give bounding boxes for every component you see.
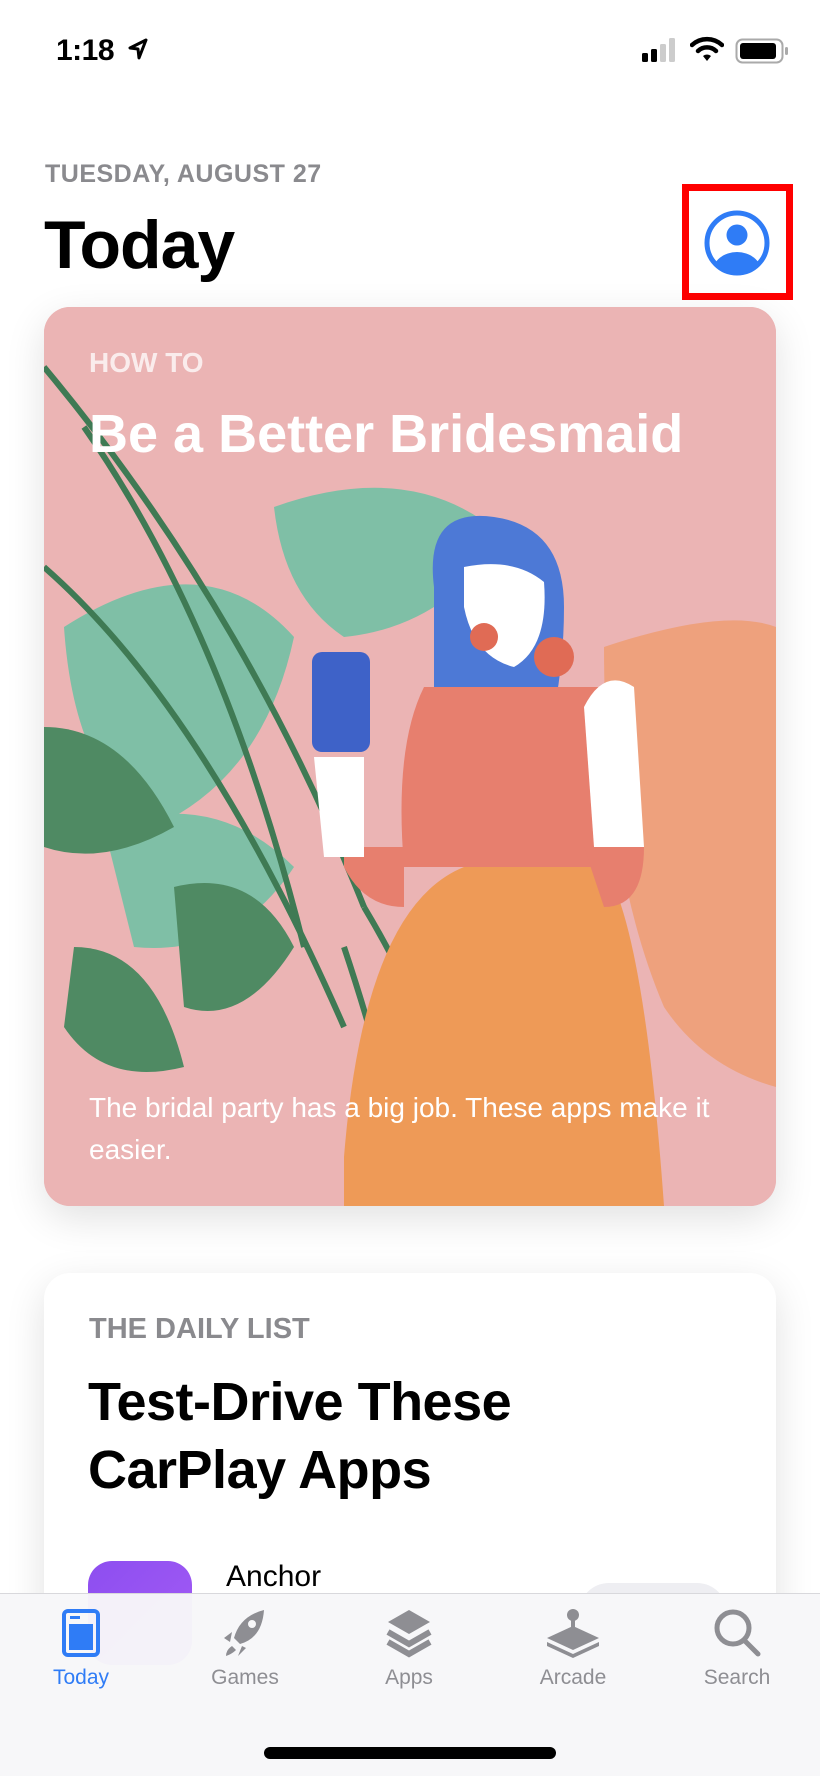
card-kicker: THE DAILY LIST bbox=[89, 1313, 310, 1345]
cellular-signal-icon bbox=[642, 38, 675, 62]
tab-label: Games bbox=[211, 1666, 279, 1689]
joystick-icon bbox=[547, 1609, 599, 1658]
status-time: 1:18 bbox=[56, 34, 115, 67]
tab-label: Apps bbox=[385, 1666, 433, 1689]
page-title: Today bbox=[44, 207, 235, 283]
layers-icon bbox=[386, 1610, 432, 1658]
location-arrow-icon bbox=[128, 38, 148, 60]
battery-icon bbox=[735, 38, 788, 64]
tab-label: Arcade bbox=[539, 1666, 607, 1689]
story-card-bridesmaid[interactable]: HOW TO Be a Better Bridesmaid The bridal… bbox=[44, 307, 776, 1206]
today-icon bbox=[62, 1609, 100, 1657]
tab-apps[interactable]: Apps bbox=[339, 1608, 479, 1690]
card-title: Be a Better Bridesmaid bbox=[89, 404, 684, 464]
tab-arcade[interactable]: Arcade bbox=[503, 1608, 643, 1690]
app-name[interactable]: Anchor bbox=[226, 1560, 321, 1594]
card-title: Test-Drive These CarPlay Apps bbox=[88, 1372, 512, 1500]
search-icon bbox=[714, 1609, 761, 1657]
card-kicker: HOW TO bbox=[89, 347, 204, 378]
tab-label: Today bbox=[52, 1666, 110, 1689]
home-indicator[interactable] bbox=[264, 1747, 556, 1759]
wifi-icon bbox=[690, 36, 724, 61]
person-circle-icon[interactable] bbox=[703, 209, 771, 277]
rocket-icon bbox=[224, 1610, 264, 1656]
date-label: TUESDAY, AUGUST 27 bbox=[45, 160, 322, 188]
tab-label: Search bbox=[703, 1666, 771, 1689]
card-description: The bridal party has a big job. These ap… bbox=[89, 1092, 710, 1165]
tab-today[interactable]: Today bbox=[11, 1608, 151, 1690]
tab-search[interactable]: Search bbox=[667, 1608, 807, 1690]
tab-games[interactable]: Games bbox=[175, 1608, 315, 1690]
